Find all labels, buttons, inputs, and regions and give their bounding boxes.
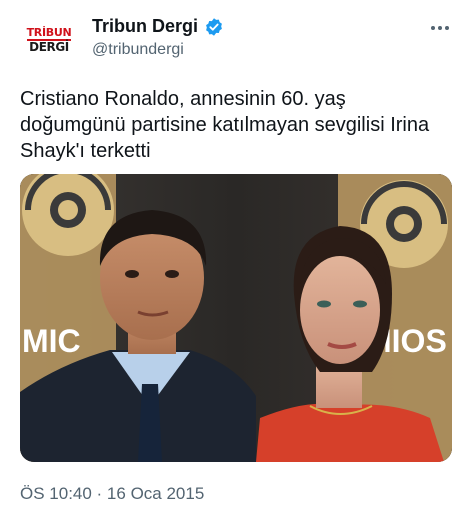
photo-illustration: MIC MIOS xyxy=(20,174,452,462)
more-horizontal-icon xyxy=(431,26,435,30)
avatar[interactable]: TRİBUN DERGİ xyxy=(18,12,80,68)
tweet-photo[interactable]: MIC MIOS xyxy=(20,174,452,462)
tweet-card: TRİBUN DERGİ Tribun Dergi @tribundergi C… xyxy=(0,0,471,522)
tweet-header: TRİBUN DERGİ Tribun Dergi @tribundergi xyxy=(18,12,458,68)
handle[interactable]: @tribundergi xyxy=(92,41,224,59)
verified-badge-icon xyxy=(204,17,224,37)
tweet-text: Cristiano Ronaldo, annesinin 60. yaş doğ… xyxy=(20,88,430,162)
avatar-logo-line2: DERGİ xyxy=(29,39,69,54)
more-button[interactable] xyxy=(426,18,454,38)
tweet-timestamp[interactable]: ÖS 10:40 · 16 Oca 2015 xyxy=(20,484,204,504)
name-row: Tribun Dergi xyxy=(92,16,224,37)
backdrop-text-left: MIC xyxy=(22,323,81,359)
more-dot xyxy=(438,26,442,30)
author-info: Tribun Dergi @tribundergi xyxy=(92,16,224,59)
display-name[interactable]: Tribun Dergi xyxy=(92,16,198,37)
avatar-logo-line1: TRİBUN xyxy=(26,25,72,41)
more-dot xyxy=(445,26,449,30)
